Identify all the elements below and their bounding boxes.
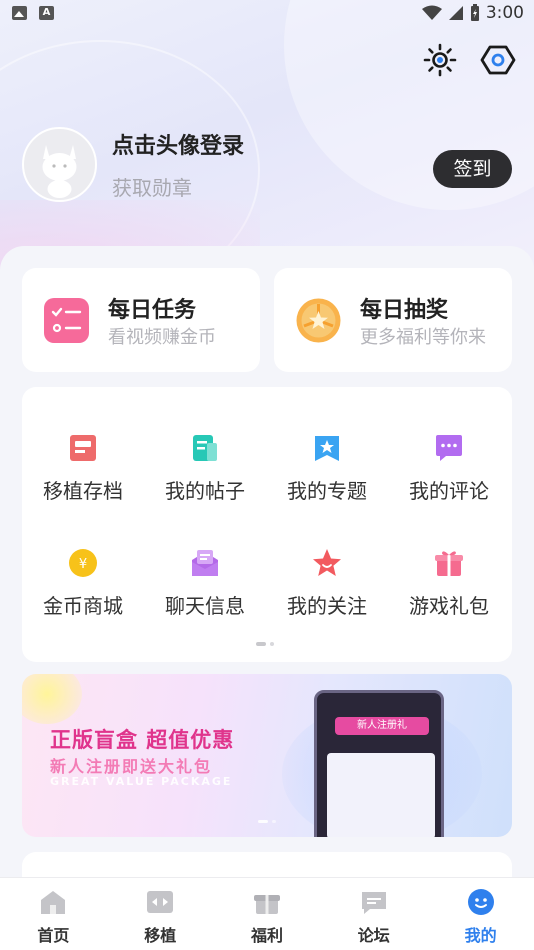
settings-hexagon-icon[interactable] (480, 42, 516, 78)
banner-subtitle: 新人注册即送大礼包 (50, 757, 213, 776)
tab-label: 移植 (144, 926, 177, 945)
tab-label: 福利 (250, 926, 283, 945)
banner-english-caption: GREAT VALUE PACKAGE (50, 775, 233, 788)
tab-forum[interactable]: 论坛 (320, 878, 427, 950)
battery-icon (470, 4, 479, 21)
daily-task-subtitle: 看视频赚金币 (108, 327, 216, 348)
a-notification-icon: A (39, 6, 54, 20)
daily-task-card[interactable]: 每日任务 看视频赚金币 (22, 268, 260, 372)
grid-item-my-posts[interactable]: 我的帖子 (144, 433, 266, 504)
grid-item-my-follows[interactable]: 我的关注 (266, 548, 388, 619)
theme-sun-icon[interactable] (422, 42, 458, 78)
lottery-wheel-icon (296, 298, 341, 343)
coin-shop-icon: ¥ (69, 549, 97, 577)
daily-lottery-title: 每日抽奖 (360, 298, 449, 323)
wifi-icon (421, 5, 442, 20)
grid-page-indicator (256, 642, 274, 646)
grid-item-label: 金币商城 (43, 594, 123, 618)
grid-item-label: 我的评论 (409, 479, 489, 503)
clock: 3:00 (485, 3, 524, 23)
signin-button[interactable]: 签到 (433, 150, 512, 188)
comment-icon (436, 435, 462, 461)
tab-welfare[interactable]: 福利 (214, 878, 321, 950)
gift-icon (435, 551, 463, 576)
svg-text:¥: ¥ (79, 557, 87, 572)
tab-label: 论坛 (357, 926, 390, 945)
bottom-tab-bar: 首页 移植 福利 论坛 我的 (0, 877, 534, 950)
banner-phone-illustration: 新人注册礼 (314, 690, 444, 837)
banner-title: 正版盲盒 超值优惠 (50, 728, 235, 752)
banner-page-indicator (258, 820, 276, 823)
status-bar: A 3:00 (0, 0, 534, 30)
phone-header-label: 新人注册礼 (335, 717, 429, 735)
tab-label: 首页 (37, 926, 70, 945)
grid-item-game-gifts[interactable]: 游戏礼包 (388, 548, 510, 619)
follow-star-icon (313, 549, 341, 576)
medal-subtitle: 获取勋章 (112, 176, 192, 200)
daily-lottery-subtitle: 更多福利等你来 (360, 327, 486, 348)
grid-item-label: 我的专题 (287, 479, 367, 503)
image-notification-icon (12, 6, 27, 20)
grid-item-label: 游戏礼包 (409, 594, 489, 618)
signal-icon (448, 6, 463, 20)
tab-home[interactable]: 首页 (0, 878, 107, 950)
posts-icon (193, 435, 217, 461)
grid-item-port-archive[interactable]: 移植存档 (22, 433, 144, 504)
tab-label: 我的 (464, 926, 497, 945)
promo-banner[interactable]: 正版盲盒 超值优惠 新人注册即送大礼包 GREAT VALUE PACKAGE … (22, 674, 512, 837)
gift-icon (253, 895, 280, 914)
chat-message-icon (192, 550, 218, 576)
grid-item-label: 我的帖子 (165, 479, 245, 503)
grid-item-label: 移植存档 (43, 479, 123, 503)
daily-task-title: 每日任务 (108, 298, 197, 323)
tab-port[interactable]: 移植 (107, 878, 214, 950)
topic-star-icon (315, 436, 339, 461)
grid-item-coin-shop[interactable]: ¥ 金币商城 (22, 548, 144, 619)
profile-face-icon (467, 889, 494, 915)
grid-item-label: 聊天信息 (165, 594, 245, 618)
grid-item-chat-messages[interactable]: 聊天信息 (144, 548, 266, 619)
grid-item-label: 我的关注 (287, 594, 367, 618)
save-archive-icon (70, 435, 96, 461)
grid-item-my-topics[interactable]: 我的专题 (266, 433, 388, 504)
grid-item-my-comments[interactable]: 我的评论 (388, 433, 510, 504)
feature-grid: 移植存档 我的帖子 我的专题 我的评论 ¥ 金币商城 聊天信息 我的关注 游戏礼… (22, 387, 512, 662)
forum-icon (361, 892, 386, 914)
task-list-icon (44, 298, 89, 343)
daily-lottery-card[interactable]: 每日抽奖 更多福利等你来 (274, 268, 512, 372)
home-icon (41, 891, 66, 914)
login-prompt[interactable]: 点击头像登录 (112, 128, 244, 160)
avatar[interactable] (22, 127, 97, 202)
port-icon (147, 891, 174, 913)
tab-mine[interactable]: 我的 (427, 878, 534, 950)
